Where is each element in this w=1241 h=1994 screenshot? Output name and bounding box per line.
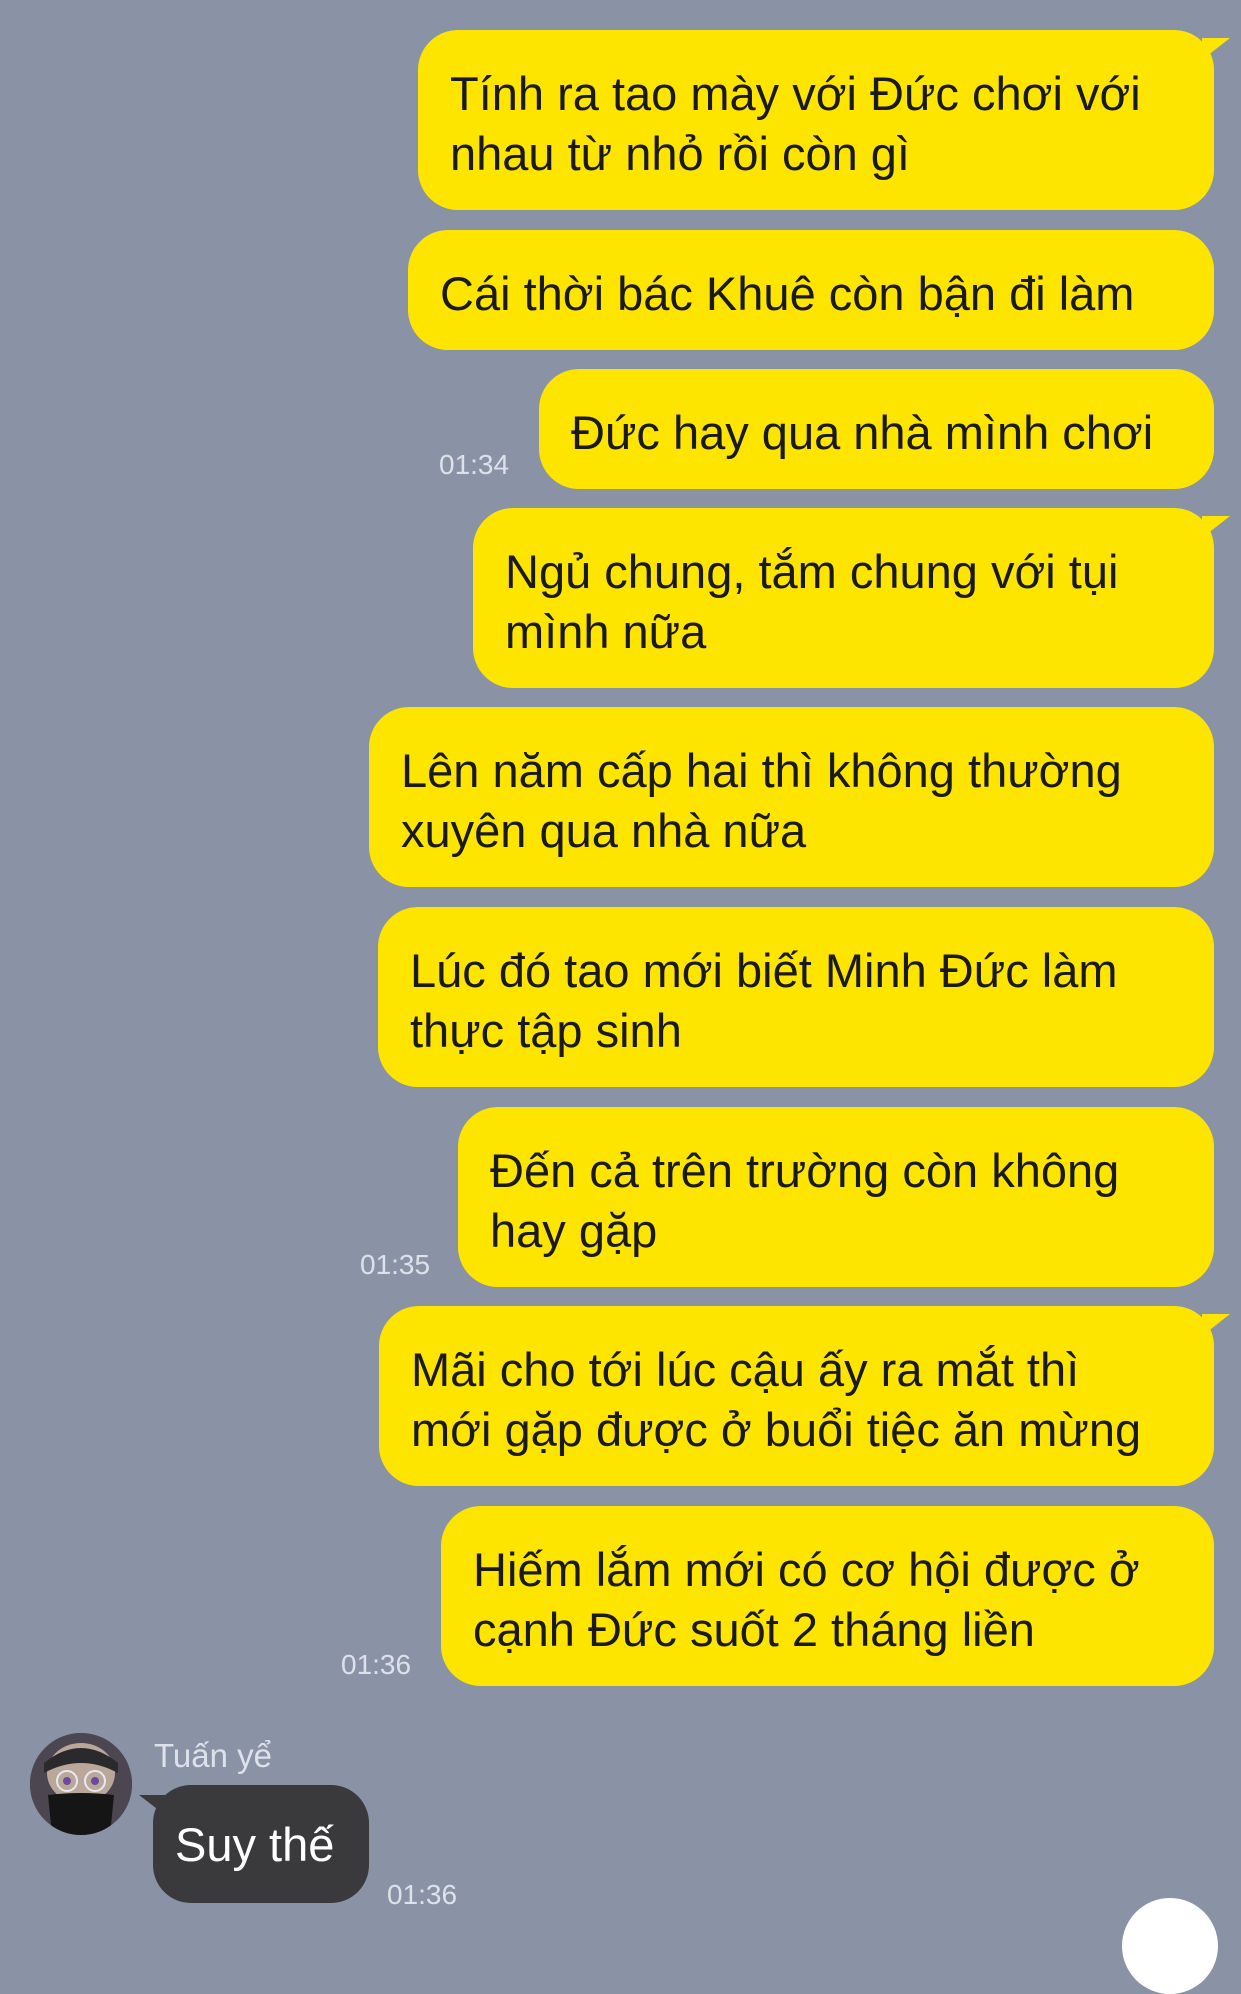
message-bubble[interactable]: Ngủ chung, tắm chung với tụi mình nữa <box>473 508 1230 688</box>
message-time: 01:36 <box>341 1649 412 1680</box>
message-bubble[interactable]: Đức hay qua nhà mình chơi <box>539 369 1214 489</box>
message-time: 01:34 <box>439 449 510 480</box>
sender-name: Tuấn yể <box>154 1737 273 1774</box>
message-bubble[interactable]: Lúc đó tao mới biết Minh Đức làm thực tậ… <box>378 907 1214 1087</box>
sender-avatar[interactable] <box>30 1733 132 1835</box>
avatar-photo-icon <box>30 1733 132 1835</box>
message-time: 01:36 <box>387 1879 458 1910</box>
incoming-message-bubble[interactable]: Suy thế <box>139 1785 369 1903</box>
chat-area: Tính ra tao mày với Đức chơi với nhau từ… <box>0 0 1241 1994</box>
message-bubble[interactable]: Lên năm cấp hai thì không thường xuyên q… <box>369 707 1214 887</box>
message-bubble[interactable]: Mãi cho tới lúc cậu ấy ra mắt thì mới gặ… <box>379 1306 1230 1486</box>
scroll-down-button[interactable] <box>1122 1898 1218 1994</box>
message-time: 01:35 <box>360 1249 431 1280</box>
message-bubble[interactable]: Hiếm lắm mới có cơ hội được ở cạnh Đức s… <box>441 1506 1214 1686</box>
message-bubble[interactable]: Đến cả trên trường còn không hay gặp <box>458 1107 1214 1287</box>
message-bubble[interactable]: Tính ra tao mày với Đức chơi với nhau từ… <box>418 30 1230 210</box>
message-bubble[interactable]: Cái thời bác Khuê còn bận đi làm <box>408 230 1214 350</box>
